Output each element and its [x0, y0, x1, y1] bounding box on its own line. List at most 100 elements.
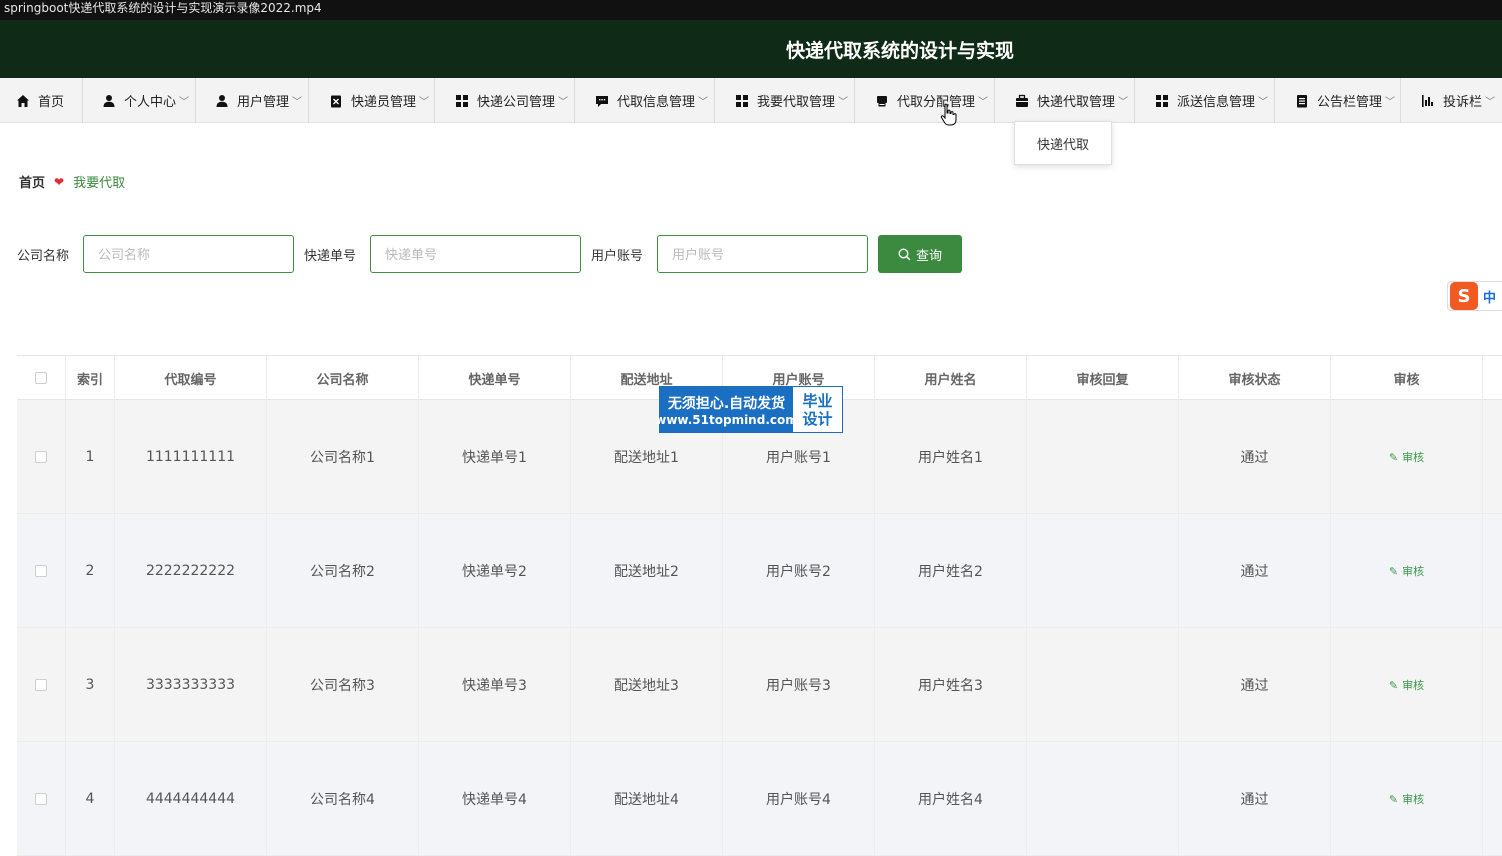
nav-label: 我要代取管理 [757, 95, 836, 110]
cell-reply [1027, 514, 1179, 628]
audit-button[interactable]: ✎ 审核 [1389, 563, 1424, 579]
nav-item-express-pickup[interactable]: 快递代取管理 ﹀ [995, 78, 1135, 123]
cell-status: 通过 [1179, 514, 1331, 628]
user-account-label: 用户账号 [591, 249, 644, 264]
search-button[interactable]: 查询 [878, 235, 962, 273]
chevron-down-icon: ﹀ [1385, 97, 1396, 108]
breadcrumb-home[interactable]: 首页 [19, 172, 45, 191]
breadcrumb: 首页 ❤ 我要代取 [19, 172, 126, 192]
grid-icon [736, 94, 748, 107]
nav-item-pickup-info[interactable]: 代取信息管理 ﹀ [575, 78, 715, 123]
home-icon [17, 94, 29, 107]
watermark-badge-line1: 毕业 [802, 391, 833, 410]
print-icon [877, 95, 887, 106]
user-account-input[interactable] [657, 235, 868, 273]
cell-address: 配送地址2 [571, 514, 723, 628]
nav-item-user-management[interactable]: 用户管理 ﹀ [196, 78, 309, 123]
cell-name: 用户姓名1 [875, 400, 1027, 514]
company-name-input[interactable] [83, 235, 294, 273]
cell-name: 用户姓名3 [875, 628, 1027, 742]
chevron-down-icon: ﹀ [179, 97, 190, 108]
nav-label: 代取分配管理 [897, 95, 976, 110]
chat-icon [596, 95, 608, 107]
cell-account: 用户账号4 [723, 742, 875, 856]
chevron-down-icon: ﹀ [698, 97, 709, 108]
ime-logo-icon: S [1450, 282, 1478, 310]
window-title: springboot快递代取系统的设计与实现演示录像2022.mp4 [4, 1, 322, 15]
audit-label: 审核 [1402, 679, 1425, 692]
cell-tracking: 快递单号2 [419, 514, 571, 628]
cell-address: 配送地址3 [571, 628, 723, 742]
nav-item-personal-center[interactable]: 个人中心 ﹀ [83, 78, 196, 123]
table-row: 4 4444444444 公司名称4 快递单号4 配送地址4 用户账号4 用户姓… [17, 742, 1502, 856]
pickup-table: 索引 代取编号 公司名称 快递单号 配送地址 用户账号 用户姓名 审核回复 审核… [17, 355, 1502, 856]
nav-item-my-pickup[interactable]: 我要代取管理 ﹀ [715, 78, 855, 123]
nav-dropdown-menu: 快递代取 [1014, 121, 1112, 165]
row-checkbox[interactable] [35, 793, 47, 805]
search-button-label: 查询 [915, 247, 942, 263]
nav-label: 公告栏管理 [1317, 95, 1383, 110]
tracking-number-input[interactable] [370, 235, 581, 273]
main-nav: 首页 个人中心 ﹀ 用户管理 ﹀ 快递员管理 ﹀ 快递公司管理 ﹀ 代取信息管理… [0, 78, 1502, 123]
select-all-checkbox[interactable] [35, 372, 47, 384]
nav-item-delivery-info[interactable]: 派送信息管理 ﹀ [1135, 78, 1275, 123]
nav-item-complaints[interactable]: 投诉栏 ﹀ [1401, 78, 1502, 123]
nav-item-home[interactable]: 首页 [0, 78, 83, 123]
cell-address: 配送地址4 [571, 742, 723, 856]
chevron-down-icon: ﹀ [1258, 97, 1269, 108]
edit-icon: ✎ [1388, 678, 1399, 692]
nav-item-courier-management[interactable]: 快递员管理 ﹀ [309, 78, 435, 123]
chevron-down-icon: ﹀ [978, 97, 989, 108]
chevron-down-icon: ﹀ [419, 97, 430, 108]
dropdown-item-express-pickup[interactable]: 快递代取 [1037, 134, 1089, 153]
row-checkbox[interactable] [35, 451, 47, 463]
nav-label: 派送信息管理 [1177, 95, 1256, 110]
cell-company: 公司名称1 [267, 400, 419, 514]
app-title: 快递代取系统的设计与实现 [786, 40, 1015, 62]
edit-icon: ✎ [1388, 564, 1399, 578]
nav-item-bulletin[interactable]: 公告栏管理 ﹀ [1275, 78, 1401, 123]
nav-item-express-company[interactable]: 快递公司管理 ﹀ [435, 78, 575, 123]
nav-label: 首页 [38, 95, 65, 110]
audit-button[interactable]: ✎ 审核 [1389, 791, 1424, 807]
chevron-down-icon: ﹀ [292, 97, 303, 108]
cell-name: 用户姓名2 [875, 514, 1027, 628]
watermark-banner: 无须担心.自动发货 www.51topmind.com 毕业 设计 [655, 386, 843, 433]
chevron-down-icon: ﹀ [838, 97, 849, 108]
audit-label: 审核 [1402, 565, 1425, 578]
nav-item-pickup-assignment[interactable]: 代取分配管理 ﹀ [855, 78, 995, 123]
cell-code: 3333333333 [115, 628, 267, 742]
audit-label: 审核 [1402, 451, 1425, 464]
window-title-bar: springboot快递代取系统的设计与实现演示录像2022.mp4 [0, 0, 1502, 20]
cell-tracking: 快递单号1 [419, 400, 571, 514]
cell-index: 3 [66, 628, 115, 742]
row-checkbox[interactable] [35, 565, 47, 577]
cell-index: 1 [66, 400, 115, 514]
watermark-text: 无须担心.自动发货 www.51topmind.com [655, 387, 798, 432]
watermark-url: www.51topmind.com [655, 412, 798, 427]
document-icon [1297, 94, 1307, 107]
company-name-label: 公司名称 [17, 249, 70, 264]
breadcrumb-current: 我要代取 [73, 176, 126, 191]
column-header: 审核 [1331, 356, 1483, 400]
table-row: 2 2222222222 公司名称2 快递单号2 配送地址2 用户账号2 用户姓… [17, 514, 1502, 628]
grid-icon [456, 94, 468, 107]
watermark-badge-line2: 设计 [802, 409, 833, 428]
chevron-down-icon: ﹀ [1118, 97, 1129, 108]
audit-label: 审核 [1402, 793, 1425, 806]
ime-indicator[interactable]: S 中 [1447, 281, 1502, 311]
cell-name: 用户姓名4 [875, 742, 1027, 856]
select-all-cell [17, 356, 66, 400]
user-icon [103, 94, 115, 107]
cell-code: 2222222222 [115, 514, 267, 628]
nav-label: 用户管理 [237, 95, 290, 110]
briefcase-icon [1016, 94, 1028, 107]
grid-icon [1156, 94, 1168, 107]
audit-button[interactable]: ✎ 审核 [1389, 677, 1424, 693]
nav-label: 个人中心 [124, 95, 177, 110]
cell-code: 1111111111 [115, 400, 267, 514]
heart-icon: ❤ [54, 174, 65, 189]
chevron-down-icon: ﹀ [558, 97, 569, 108]
row-checkbox[interactable] [35, 679, 47, 691]
audit-button[interactable]: ✎ 审核 [1389, 449, 1424, 465]
